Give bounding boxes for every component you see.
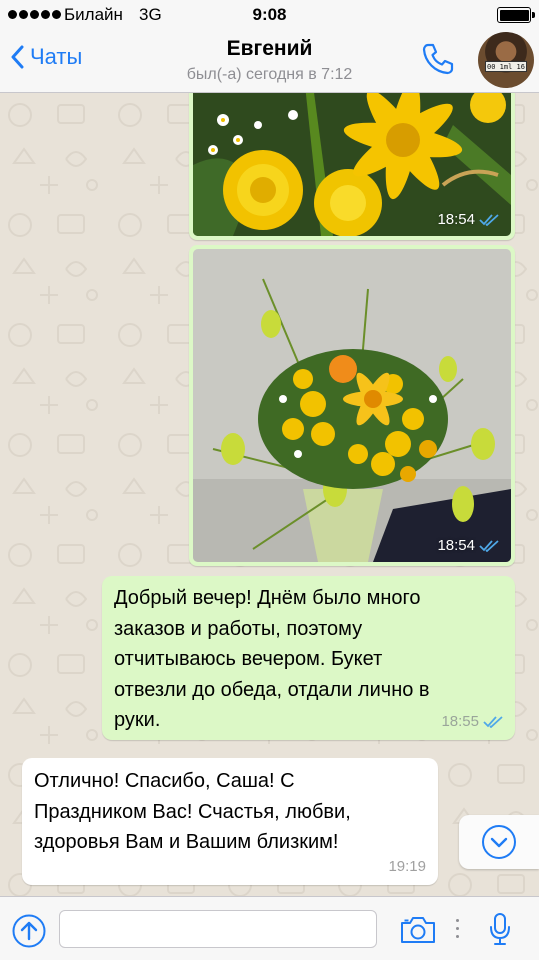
image-message[interactable]: 18:54 xyxy=(189,245,515,566)
voice-record-button[interactable] xyxy=(489,912,511,951)
chevron-left-icon xyxy=(11,45,24,69)
message-line: здоровья Вам и Вашим близким! xyxy=(34,831,339,853)
image-message[interactable]: 18:54 xyxy=(189,93,515,240)
camera-icon xyxy=(401,917,435,943)
message-line: Отлично! Спасибо, Саша! С xyxy=(34,770,295,792)
message-line: Праздником Вас! Счастья, любви, xyxy=(34,800,351,823)
camera-button[interactable] xyxy=(399,915,437,950)
read-ticks-icon xyxy=(479,539,499,552)
message-line: заказов и работы, поэтому xyxy=(114,617,363,640)
message-time: 18:54 xyxy=(437,211,475,228)
message-meta: 18:55 xyxy=(441,713,503,730)
outgoing-text-message[interactable]: Добрый вечер! Днём было много заказов и … xyxy=(102,576,515,740)
status-time: 9:08 xyxy=(252,5,287,24)
message-time: 18:54 xyxy=(437,537,475,554)
message-time: 19:19 xyxy=(388,858,426,875)
message-meta: 19:19 xyxy=(388,858,426,875)
back-label: Чаты xyxy=(30,44,83,69)
contact-avatar[interactable]: 00 1ml 16 xyxy=(478,32,534,88)
battery-icon xyxy=(497,7,535,23)
avatar-plate-text: 00 1ml 16 xyxy=(485,61,527,72)
chat-header: Чаты Евгений был(-а) сегодня в 7:12 00 1… xyxy=(0,30,539,93)
composer-bar xyxy=(0,896,539,960)
message-time: 18:55 xyxy=(441,713,479,730)
message-line: Добрый вечер! Днём было много xyxy=(114,587,421,609)
message-line: отчитываюсь вечером. Букет xyxy=(114,648,383,670)
message-text: Отлично! Спасибо, Саша! С Праздником Вас… xyxy=(34,766,426,858)
incoming-text-message[interactable]: Отлично! Спасибо, Саша! С Праздником Вас… xyxy=(22,758,438,885)
yellow-bouquet-image xyxy=(193,249,511,562)
back-button[interactable]: Чаты xyxy=(10,44,82,70)
more-dots-icon xyxy=(456,919,459,938)
chevron-down-circle-icon xyxy=(482,825,516,859)
status-bar: Билайн 3G 9:08 xyxy=(0,0,539,30)
attach-button[interactable] xyxy=(12,914,46,953)
arrow-up-circle-icon xyxy=(12,914,46,948)
message-line: отвезли до обеда, отдали лично в xyxy=(114,678,430,701)
read-ticks-icon xyxy=(479,213,499,226)
message-meta: 18:54 xyxy=(437,211,499,228)
read-ticks-icon xyxy=(483,715,503,728)
message-meta: 18:54 xyxy=(437,537,499,554)
microphone-icon xyxy=(490,913,510,945)
bouquet-photo[interactable] xyxy=(193,249,511,562)
message-list[interactable]: 18:54 18:54 Добрый вечер! Днём было мног… xyxy=(0,93,539,896)
call-button[interactable] xyxy=(420,41,456,82)
phone-icon xyxy=(422,43,454,75)
scroll-to-bottom-button[interactable] xyxy=(459,815,539,869)
message-input[interactable] xyxy=(59,910,377,948)
